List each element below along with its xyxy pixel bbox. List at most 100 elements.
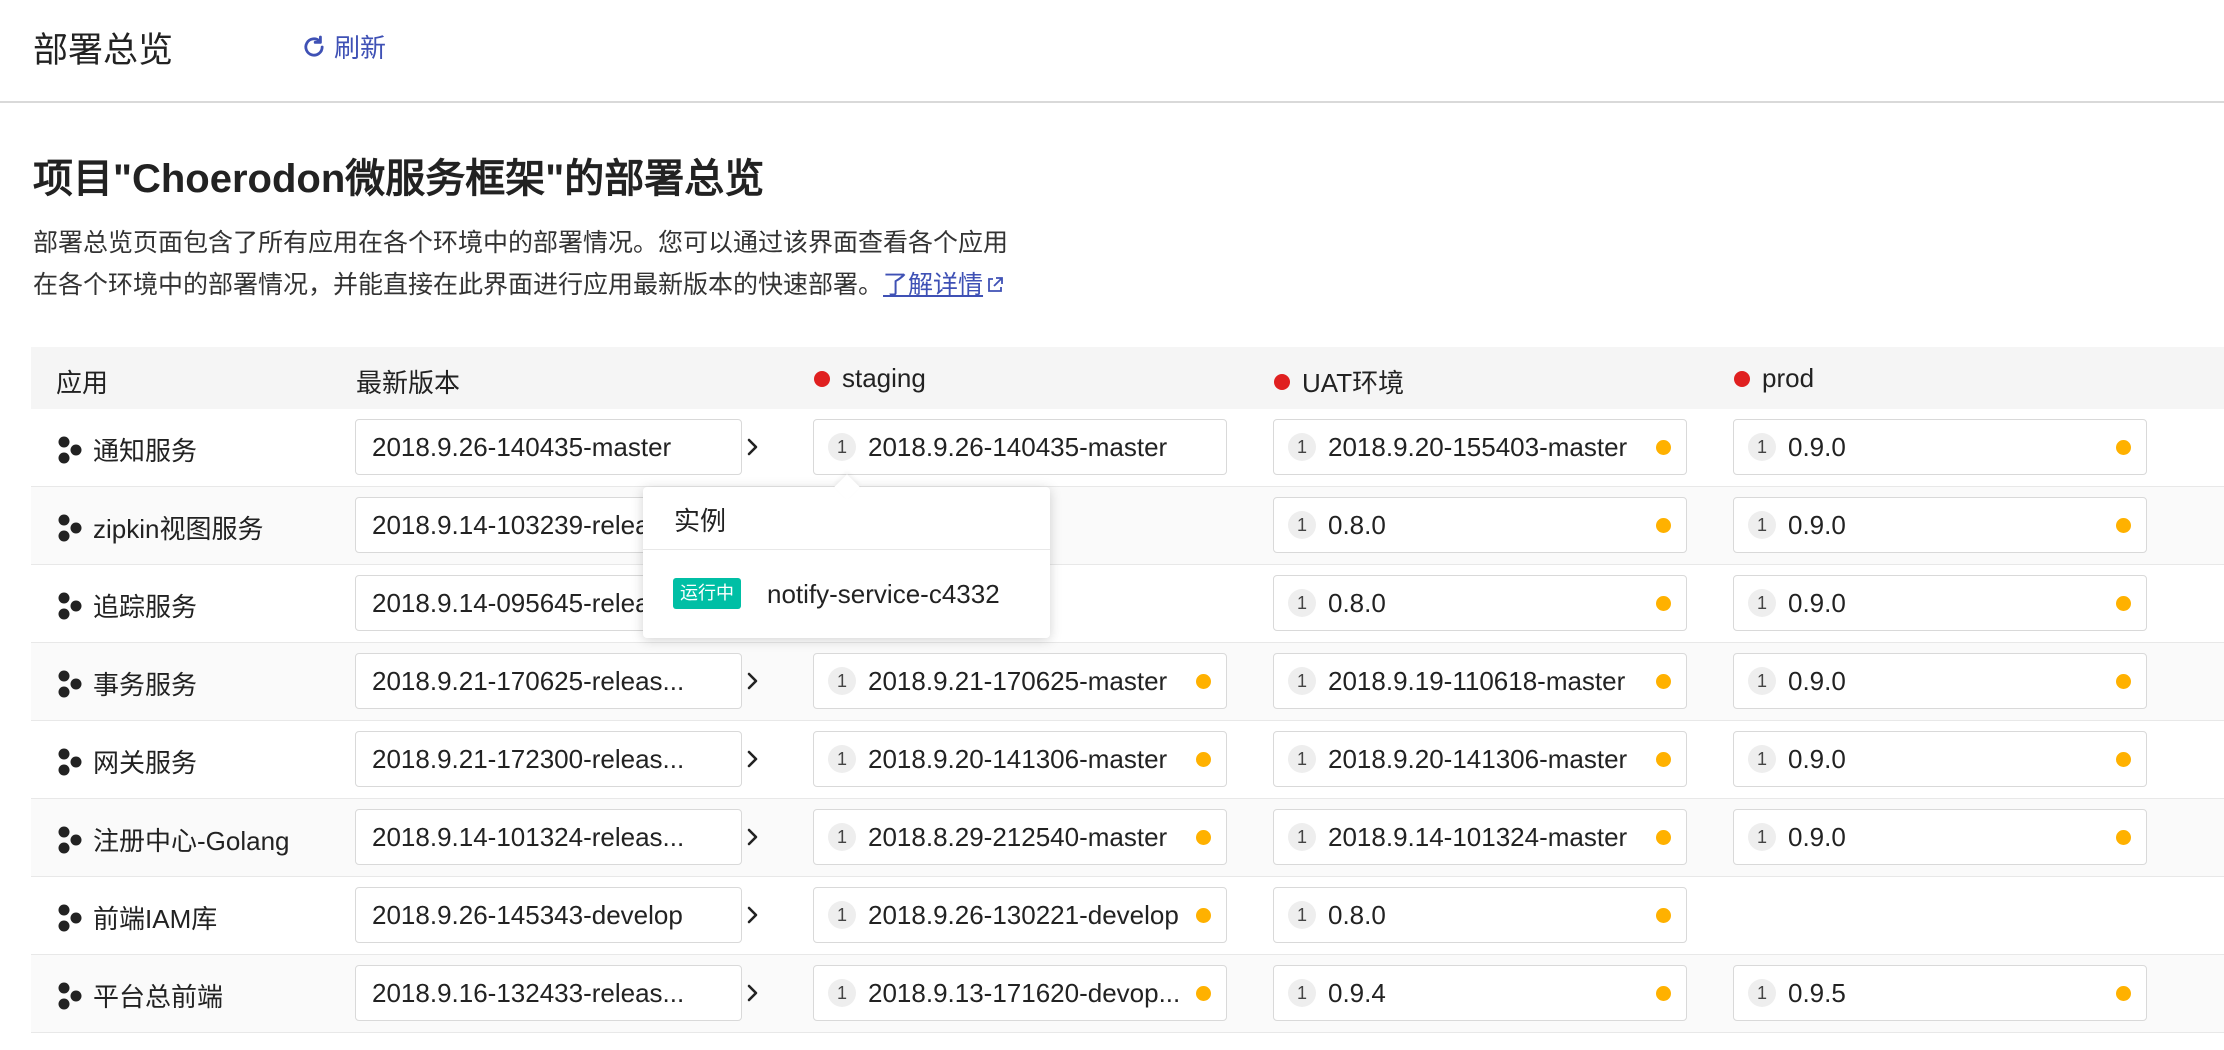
instance-popover: 实例 运行中 notify-service-c4332 <box>643 474 1050 638</box>
deployed-version: 2018.9.21-170625-master <box>868 665 1168 696</box>
deploy-arrow-button[interactable] <box>735 663 771 699</box>
table-row: zipkin视图服务 2018.9.14-103239-release 1 0.8.0… <box>31 487 2224 565</box>
env-version-cell[interactable]: 1 0.9.0 <box>1733 653 2147 709</box>
app-name[interactable]: 网关服务 <box>93 743 197 780</box>
env-version-cell[interactable]: 1 2018.9.14-101324-master <box>1273 809 1687 865</box>
deployed-version: 0.9.4 <box>1328 977 1386 1008</box>
env-version-cell[interactable]: 1 2018.9.13-171620-devop... <box>813 965 1227 1021</box>
top-bar: 部署总览 刷新 <box>0 0 2224 103</box>
instance-count: 1 <box>1288 979 1316 1007</box>
refresh-label: 刷新 <box>334 33 387 63</box>
app-icon <box>58 826 82 853</box>
popover-divider <box>643 549 1050 550</box>
app-name[interactable]: 通知服务 <box>93 431 197 468</box>
table-body: 通知服务 2018.9.26-140435-master 1 2018.9.26-14… <box>31 409 2224 1033</box>
deploy-status-dot <box>2116 596 2131 611</box>
env-version-cell[interactable]: 1 0.9.5 <box>1733 965 2147 1021</box>
deploy-status-dot <box>1656 752 1671 767</box>
deployed-version: 0.9.0 <box>1788 509 1846 540</box>
popover-title: 实例 <box>674 506 727 536</box>
deploy-arrow-button[interactable] <box>735 741 771 777</box>
deployed-version: 2018.9.26-130221-develop <box>868 899 1179 930</box>
env-version-cell[interactable]: 1 0.8.0 <box>1273 497 1687 553</box>
env-version-cell[interactable]: 1 2018.9.20-141306-master <box>1273 731 1687 787</box>
latest-version-field[interactable]: 2018.9.21-170625-releas... <box>355 653 742 709</box>
latest-version-field[interactable]: 2018.9.26-145343-develop <box>355 887 742 943</box>
app-name[interactable]: 平台总前端 <box>93 977 223 1014</box>
table-row: 注册中心-Golang 2018.9.14-101324-releas... 1 20… <box>31 799 2224 877</box>
latest-version-field[interactable]: 2018.9.21-172300-releas... <box>355 731 742 787</box>
env-version-cell[interactable]: 1 0.9.4 <box>1273 965 1687 1021</box>
env-version-cell[interactable]: 1 2018.9.19-110618-master <box>1273 653 1687 709</box>
app-name[interactable]: 注册中心-Golang <box>93 821 290 858</box>
deployed-version: 2018.9.26-140435-master <box>868 431 1168 462</box>
env-version-cell[interactable]: 1 2018.9.26-130221-develop <box>813 887 1227 943</box>
column-header-uat-label: UAT环境 <box>1302 368 1405 398</box>
refresh-button[interactable]: 刷新 <box>300 28 386 65</box>
app-icon <box>58 670 82 697</box>
app-name[interactable]: 事务服务 <box>93 665 197 702</box>
instance-count: 1 <box>1748 667 1776 695</box>
deploy-status-dot <box>1656 830 1671 845</box>
app-icon <box>58 904 82 931</box>
env-version-cell[interactable]: 1 0.9.0 <box>1733 575 2147 631</box>
latest-version-field[interactable]: 2018.9.26-140435-master <box>355 419 742 475</box>
instance-count: 1 <box>1288 589 1316 617</box>
refresh-icon <box>304 35 324 57</box>
env-version-cell[interactable]: 1 0.9.0 <box>1733 809 2147 865</box>
table-row: 追踪服务 2018.9.14-095645-release 1 0.8.0 1 0.9.0 <box>31 565 2224 643</box>
app-icon <box>58 982 82 1009</box>
instance-count: 1 <box>1748 511 1776 539</box>
instance-count: 1 <box>1748 823 1776 851</box>
deploy-status-dot <box>1196 908 1211 923</box>
app-cell: 网关服务 <box>57 743 197 780</box>
env-version-cell[interactable]: 1 0.9.0 <box>1733 419 2147 475</box>
env-version-cell[interactable]: 1 2018.9.26-140435-master <box>813 419 1227 475</box>
table-row: 平台总前端 2018.9.16-132433-releas... 1 2018.9.1… <box>31 955 2224 1033</box>
instance-count: 1 <box>1748 433 1776 461</box>
deploy-status-dot <box>1656 908 1671 923</box>
deploy-arrow-button[interactable] <box>735 975 771 1011</box>
deploy-status-dot <box>1656 440 1671 455</box>
deployed-version: 0.9.0 <box>1788 821 1846 852</box>
instance-name-link[interactable]: notify-service-c4332 <box>767 579 1000 610</box>
deploy-status-dot <box>2116 752 2131 767</box>
deployed-version: 0.9.0 <box>1788 431 1846 462</box>
app-name[interactable]: zipkin视图服务 <box>93 509 263 546</box>
env-version-cell[interactable]: 1 2018.9.21-170625-master <box>813 653 1227 709</box>
instance-count: 1 <box>1288 745 1316 773</box>
instance-count: 1 <box>828 433 856 461</box>
env-version-cell[interactable]: 1 2018.8.29-212540-master <box>813 809 1227 865</box>
app-icon <box>58 592 82 619</box>
instance-count: 1 <box>1288 901 1316 929</box>
env-version-cell[interactable]: 1 2018.9.20-141306-master <box>813 731 1227 787</box>
table-row: 事务服务 2018.9.21-170625-releas... 1 2018.9.21… <box>31 643 2224 721</box>
env-version-cell[interactable]: 1 0.8.0 <box>1273 887 1687 943</box>
env-version-cell[interactable]: 1 0.8.0 <box>1273 575 1687 631</box>
column-header-prod: prod <box>1734 363 1814 394</box>
external-link-icon <box>988 277 1003 292</box>
deploy-arrow-button[interactable] <box>735 429 771 465</box>
deployed-version: 2018.9.20-141306-master <box>1328 743 1628 774</box>
column-header-staging: staging <box>814 363 926 394</box>
latest-version-field[interactable]: 2018.9.16-132433-releas... <box>355 965 742 1021</box>
latest-version-field[interactable]: 2018.9.14-101324-releas... <box>355 809 742 865</box>
app-name[interactable]: 追踪服务 <box>93 587 197 624</box>
deploy-arrow-button[interactable] <box>735 897 771 933</box>
deployed-version: 2018.9.13-171620-devop... <box>868 977 1181 1008</box>
deploy-arrow-button[interactable] <box>735 819 771 855</box>
env-version-cell[interactable]: 1 0.9.0 <box>1733 497 2147 553</box>
learn-more-link[interactable]: 了解详情 <box>883 271 1005 299</box>
env-version-cell[interactable]: 1 0.9.0 <box>1733 731 2147 787</box>
deployed-version: 0.8.0 <box>1328 509 1386 540</box>
deployed-version: 2018.9.14-101324-master <box>1328 821 1628 852</box>
deployed-version: 0.9.0 <box>1788 587 1846 618</box>
instance-count: 1 <box>828 901 856 929</box>
env-status-dot <box>1274 373 1290 390</box>
deploy-status-dot <box>1196 674 1211 689</box>
app-name[interactable]: 前端IAM库 <box>93 899 217 936</box>
deploy-status-dot <box>2116 440 2131 455</box>
instance-count: 1 <box>828 979 856 1007</box>
deployed-version: 0.8.0 <box>1328 899 1386 930</box>
env-version-cell[interactable]: 1 2018.9.20-155403-master <box>1273 419 1687 475</box>
